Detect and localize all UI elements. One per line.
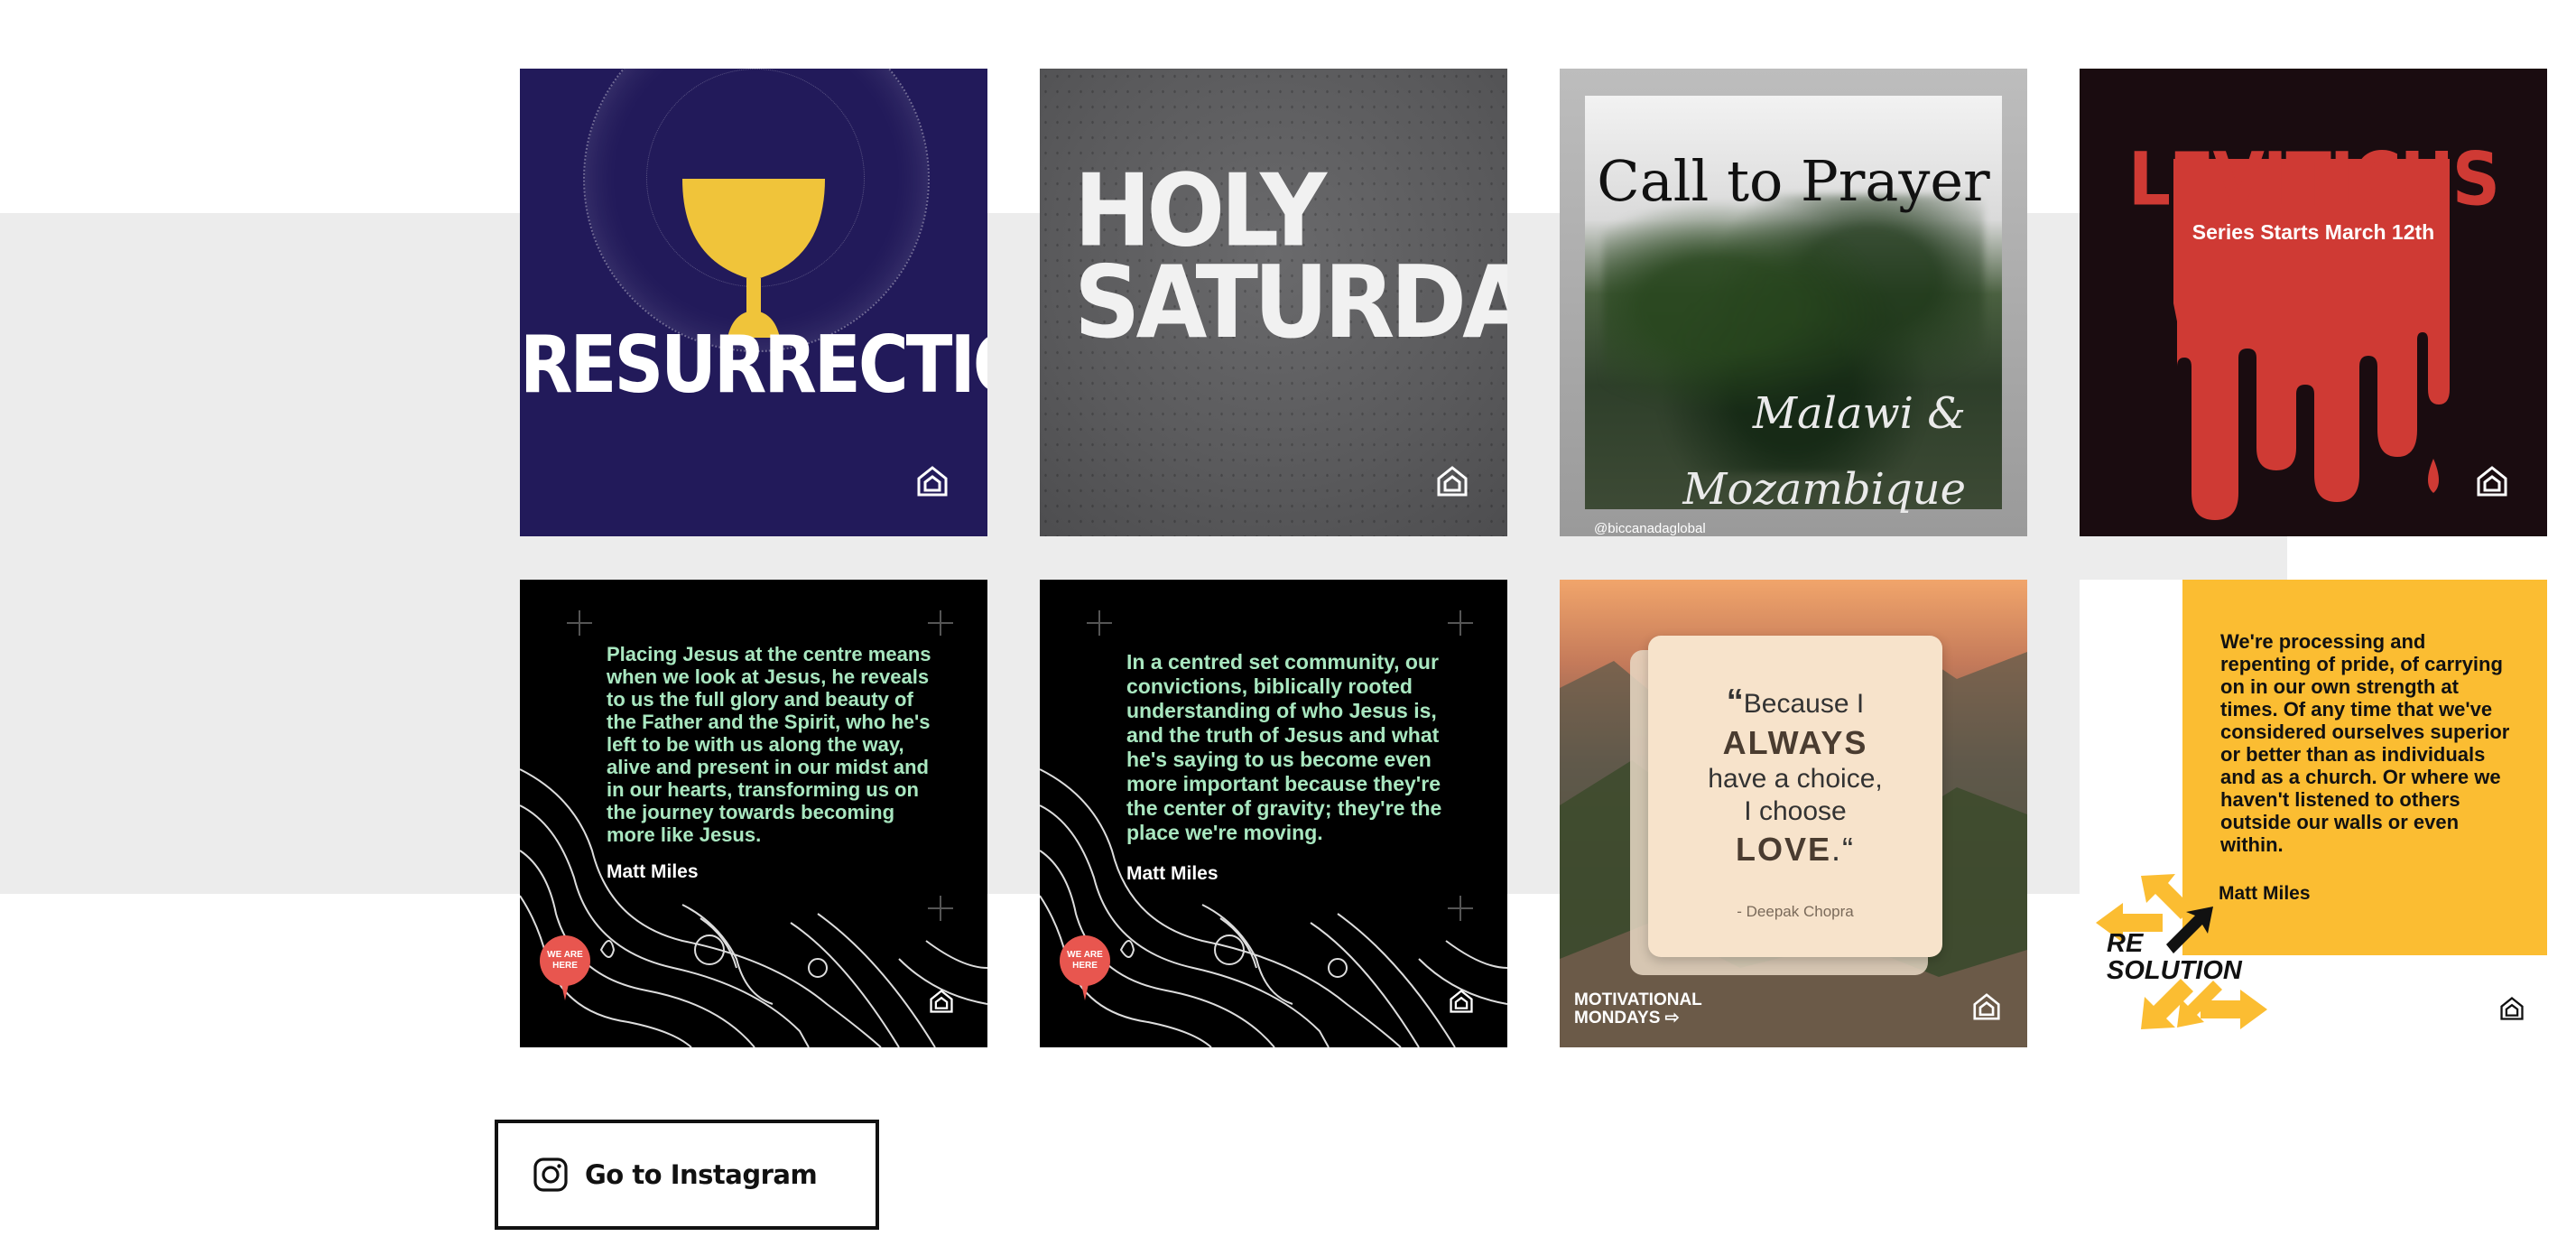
instagram-icon xyxy=(533,1158,568,1192)
quote-line-2: ALWAYS xyxy=(1722,724,1868,761)
location-pin-badge: WE ARE HERE xyxy=(1060,935,1110,1000)
title-line-2: SATURDAY xyxy=(1074,245,1507,361)
post-subtitle: Series Starts March 12th xyxy=(2191,220,2435,244)
quote-line-4: I choose xyxy=(1744,796,1847,826)
account-handle: @biccanadaglobal xyxy=(1594,521,1706,536)
instagram-post-holy-saturday[interactable]: HOLY SATURDAY xyxy=(1040,69,1507,536)
quote-author: Matt Miles xyxy=(607,861,699,882)
script-line-1: Malawi & xyxy=(1752,388,1966,439)
church-logo-icon xyxy=(1973,993,2000,1020)
instagram-post-call-to-prayer[interactable]: Call to Prayer Malawi & Mozambique @bicc… xyxy=(1560,69,2027,536)
quote-line-1: “Because I xyxy=(1726,683,1865,721)
post-title: Call to Prayer xyxy=(1597,148,1990,214)
post-script-text: Malawi & Mozambique xyxy=(1682,376,1966,527)
instagram-post-resurrection[interactable]: RESURRECTION xyxy=(520,69,987,536)
church-logo-icon xyxy=(2477,466,2507,497)
quote-text: Placing Jesus at the centre means when w… xyxy=(607,643,931,846)
quote-text: In a centred set community, our convicti… xyxy=(1126,650,1442,844)
quote-attribution: - Deepak Chopra xyxy=(1737,903,1854,920)
instagram-post-leviticus[interactable]: LEVITICUS Series Starts March 12th xyxy=(2080,69,2547,536)
quote-author: Matt Miles xyxy=(1126,863,1219,884)
script-line-2: Mozambique xyxy=(1682,464,1966,515)
motivational-mondays-label: MOTIVATIONAL MONDAYS ⇨ xyxy=(1574,990,1702,1027)
arrow-right-icon: ⇨ xyxy=(1664,1009,1680,1027)
post-title: LEVITICUS xyxy=(2127,136,2500,223)
instagram-post-resolution[interactable]: We're processing and repenting of pride,… xyxy=(2080,580,2547,1047)
church-logo-icon xyxy=(1450,990,1473,1013)
church-logo-icon xyxy=(917,466,948,497)
go-to-instagram-button[interactable]: Go to Instagram xyxy=(495,1120,879,1230)
post-title: HOLY SATURDAY xyxy=(1074,153,1507,361)
quote-line-3: have a choice, xyxy=(1708,764,1883,794)
quote-text: We're processing and repenting of pride,… xyxy=(2220,630,2510,856)
tree-photo: Call to Prayer Malawi & Mozambique xyxy=(1585,96,2002,515)
quote-card: “Because I ALWAYS have a choice, I choos… xyxy=(1648,636,1942,957)
church-logo-icon xyxy=(1437,466,1468,497)
resolution-brand-mark: RE SOLUTION xyxy=(2107,929,2242,985)
church-logo-icon xyxy=(2500,997,2524,1020)
location-pin-badge: WE ARE HERE xyxy=(540,935,590,1000)
go-to-instagram-label: Go to Instagram xyxy=(585,1159,818,1190)
title-line-1: HOLY xyxy=(1074,153,1327,270)
instagram-post-quote-centre[interactable]: Placing Jesus at the centre means when w… xyxy=(520,580,987,1047)
church-logo-icon xyxy=(930,990,953,1013)
open-quote-mark: “ xyxy=(1726,683,1744,721)
chalice-icon xyxy=(682,179,825,338)
quote-line-5: LOVE.“ xyxy=(1735,831,1855,868)
instagram-post-quote-community[interactable]: In a centred set community, our convicti… xyxy=(1040,580,1507,1047)
post-title: RESURRECTION xyxy=(520,318,987,411)
instagram-post-motivational-mondays[interactable]: “Because I ALWAYS have a choice, I choos… xyxy=(1560,580,2027,1047)
